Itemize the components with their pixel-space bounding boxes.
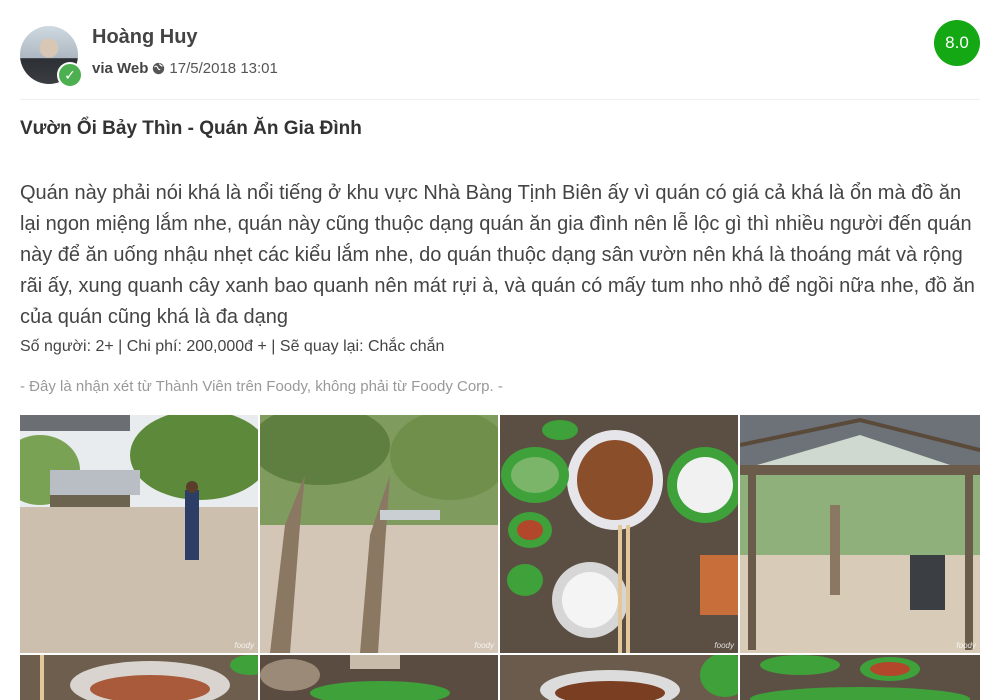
review-meta: via Web 17/5/2018 13:01 (92, 60, 278, 77)
review-body: Quán này phải nói khá là nổi tiếng ở khu… (20, 182, 975, 328)
review-stats: Số người: 2+ | Chi phí: 200,000đ + | Sẽ … (20, 338, 445, 355)
review-photo[interactable]: foody (500, 415, 738, 653)
review-photo[interactable] (500, 655, 738, 700)
timestamp: 17/5/2018 13:01 (169, 60, 278, 77)
review-title[interactable]: Vườn Ổi Bảy Thìn - Quán Ăn Gia Đình (20, 118, 362, 140)
photo-watermark: foody (714, 641, 734, 650)
score-badge: 8.0 (934, 20, 980, 66)
review-photo[interactable]: foody (20, 415, 258, 653)
divider (20, 99, 980, 100)
disclaimer: - Đây là nhận xét từ Thành Viên trên Foo… (20, 378, 503, 395)
via-label: via Web (92, 60, 149, 77)
review-photo[interactable] (740, 655, 980, 700)
photo-watermark: foody (474, 641, 494, 650)
username[interactable]: Hoàng Huy (92, 26, 198, 49)
photo-watermark: foody (956, 641, 976, 650)
check-icon: ✓ (57, 62, 83, 88)
review-photo[interactable] (20, 655, 258, 700)
review-photo[interactable]: foody (260, 415, 498, 653)
review-photo[interactable] (260, 655, 498, 700)
review-photo[interactable]: foody (740, 415, 980, 653)
globe-icon (153, 62, 165, 75)
review-header: ✓ Hoàng Huy via Web 17/5/2018 13:01 8.0 (0, 0, 1000, 100)
photo-watermark: foody (234, 641, 254, 650)
